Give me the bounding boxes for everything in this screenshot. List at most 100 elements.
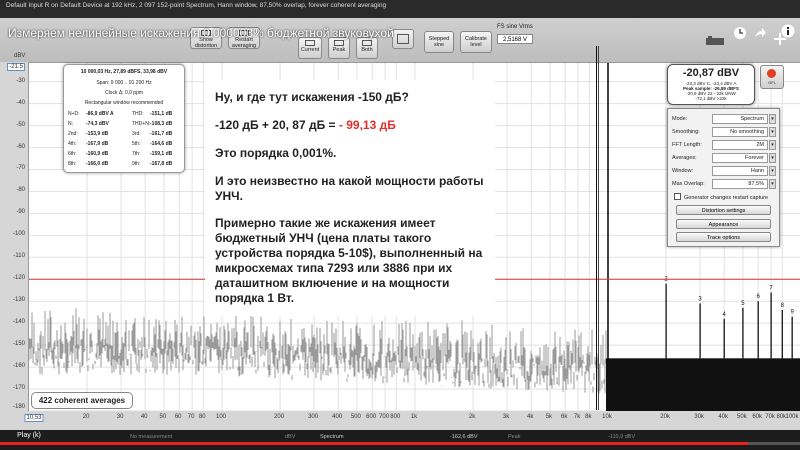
video-progress-bar[interactable]	[0, 442, 800, 445]
readout-value: -108,3 dB	[150, 121, 173, 127]
video-controls	[705, 24, 795, 50]
x-axis-left-value[interactable]: 10,53	[24, 414, 44, 422]
x-tick-label: 600	[366, 414, 377, 420]
readout-key: 6th:	[68, 151, 77, 157]
legend-spectrum[interactable]: Spectrum	[320, 434, 344, 440]
x-tick-label: 7k	[573, 414, 581, 420]
setting-max-overlap[interactable]: Max Overlap: 87.5% ▾	[672, 179, 776, 189]
setting-averages[interactable]: Averages: Forever ▾	[672, 153, 776, 163]
legend-no-measurement: No measurement	[130, 434, 173, 440]
chevron-down-icon[interactable]: ▾	[769, 166, 776, 176]
both-icon	[362, 40, 372, 46]
video-title: Измеряем нелинейные искажения 0.000003% …	[8, 26, 394, 40]
x-tick-label: 20k	[660, 414, 670, 420]
appearance-button[interactable]: Appearance	[676, 219, 771, 229]
setting-window[interactable]: Window: Hann ▾	[672, 166, 776, 176]
legend-spectrum-value: -162,6 dBV	[450, 434, 478, 440]
fs-sine-value[interactable]: 2,5168 V	[497, 34, 533, 44]
x-tick-label: 60k	[752, 414, 763, 420]
info-icon[interactable]	[781, 24, 795, 38]
setting-smoothing[interactable]: Smoothing: No smoothing ▾	[672, 127, 776, 137]
restart-capture-checkbox[interactable]: Generator changes restart capture	[674, 193, 768, 201]
x-tick-label: 2k	[468, 414, 476, 420]
readout-window-note: Rectangular window recommended	[84, 100, 164, 106]
x-tick-label: 8k	[585, 414, 592, 420]
both-button[interactable]: Both	[356, 37, 378, 59]
peak-button[interactable]: Peak	[328, 37, 350, 59]
checkbox-icon[interactable]	[674, 193, 681, 200]
generator-button[interactable]	[392, 29, 414, 49]
trace-options-button[interactable]: Trace options	[676, 232, 771, 242]
readout-value: -164,6 dB	[150, 141, 173, 147]
setting-mode[interactable]: Mode: Spectrum ▾	[672, 114, 776, 124]
readout-key: 5th:	[132, 141, 141, 147]
x-tick-label: 70	[187, 414, 195, 420]
distortion-settings-button[interactable]: Distortion settings	[676, 205, 771, 215]
level-value: -20,87 dBV	[682, 67, 740, 79]
y-tick-label: -140	[12, 319, 25, 326]
toolbar: Show distortion Restart averaging Curren…	[0, 18, 800, 62]
setting-label: Smoothing:	[672, 129, 700, 135]
x-tick-label: 10k	[602, 414, 612, 420]
y-tick-label: -60	[16, 143, 25, 150]
share-icon[interactable]	[753, 26, 767, 40]
peak-icon	[334, 40, 344, 46]
x-tick-label: 3k	[502, 414, 510, 420]
x-tick-label: 100k	[785, 414, 799, 420]
setting-value[interactable]: Hann	[712, 166, 768, 176]
chevron-down-icon[interactable]: ▾	[769, 153, 776, 163]
distortion-readout: 10 000,03 Hz, 27,89 dBFS, 33,98 dBV Span…	[63, 64, 185, 173]
setting-value[interactable]: Spectrum	[712, 114, 768, 124]
y-tick-label: -30	[16, 77, 25, 84]
setting-value[interactable]: 2M	[712, 140, 768, 150]
setting-label: Max Overlap:	[672, 181, 705, 187]
y-tick-label: -90	[16, 209, 25, 216]
setting-value[interactable]: No smoothing	[712, 127, 768, 137]
spectrum-fill-band	[606, 358, 800, 411]
readout-key: THD:	[132, 111, 144, 117]
x-tick-label: 30	[116, 414, 124, 420]
chevron-down-icon[interactable]: ▾	[769, 127, 776, 137]
x-tick-label: 70k	[765, 414, 775, 420]
annotation-result: - 99,13 дБ	[338, 118, 396, 132]
chevron-down-icon[interactable]: ▾	[769, 114, 776, 124]
clock-icon[interactable]	[733, 26, 747, 40]
readout-key: 8th:	[68, 161, 77, 167]
chevron-down-icon[interactable]: ▾	[769, 140, 776, 150]
x-tick-label: 5k	[545, 414, 553, 420]
overflow-indicator[interactable]: OFL	[760, 65, 784, 89]
generator-icon	[397, 34, 409, 44]
current-button[interactable]: Current	[298, 37, 322, 59]
harmonic-label: 7	[769, 285, 773, 291]
readout-value: -166,0 dB	[86, 161, 109, 167]
readout-value: -86,9 dBV A	[86, 111, 114, 117]
x-tick-label: 100	[215, 414, 227, 420]
readout-clock: Clock Δ: 0,0 ppm	[104, 90, 144, 96]
setting-fft-length[interactable]: FFT Length: 2M ▾	[672, 140, 776, 150]
play-tooltip: Play (k)	[9, 430, 49, 442]
fundamental-marker	[596, 46, 597, 410]
x-tick-label: 50	[159, 414, 167, 420]
x-tick-label: 500	[350, 414, 361, 420]
readout-key: N+D:	[68, 111, 80, 117]
setting-value[interactable]: Forever	[712, 153, 768, 163]
calibrate-level-button[interactable]: Calibrate level	[460, 31, 492, 53]
x-tick-label: 30k	[694, 414, 704, 420]
legend-peak[interactable]: Peak	[508, 434, 521, 440]
x-tick-label: 400	[332, 414, 343, 420]
y-tick-label: -130	[12, 297, 25, 304]
readout-key: 7th:	[132, 151, 141, 157]
x-tick-label: 20	[82, 414, 90, 420]
overflow-led-icon	[767, 69, 776, 78]
setting-value[interactable]: 87.5%	[712, 179, 768, 189]
annotation-calculation: -120 дБ + 20, 87 дБ = - 99,13 дБ	[215, 118, 485, 133]
setting-label: FFT Length:	[672, 142, 702, 148]
x-tick-label: 800	[390, 414, 401, 420]
y-tick-label: -50	[16, 121, 25, 128]
stepped-sine-button[interactable]: Stepped sine	[424, 31, 454, 53]
setting-label: Mode:	[672, 116, 688, 122]
readout-header: 10 000,03 Hz, 27,89 dBFS, 33,98 dBV	[80, 69, 168, 75]
annotation-comparison: Примерно такие же искажения имеет бюджет…	[215, 216, 483, 305]
chevron-down-icon[interactable]: ▾	[769, 179, 776, 189]
harmonic-label: 9	[790, 310, 794, 316]
